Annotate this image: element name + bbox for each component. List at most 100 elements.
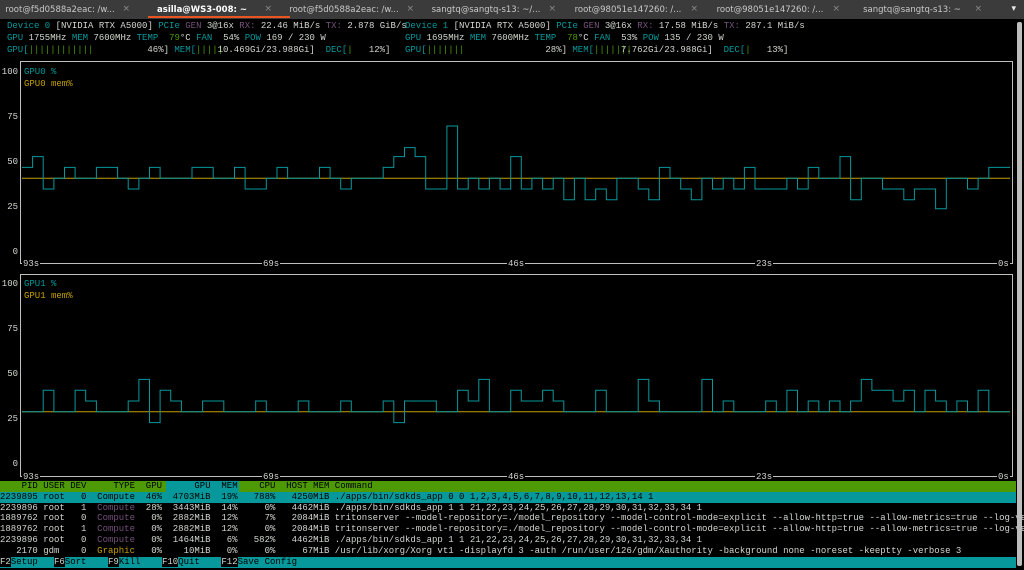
process-type: Compute xyxy=(97,534,135,545)
x-tick-label: 93s xyxy=(22,259,41,269)
gpu-util-line xyxy=(22,125,1010,210)
x-tick-label: 23s xyxy=(755,259,774,269)
column-header-host-mem[interactable]: HOST MEM xyxy=(275,481,329,492)
process-command: /usr/lib/xorg/Xorg vt1 -displayfd 3 -aut… xyxy=(334,545,962,556)
process-gpu-mem: 1464MiB xyxy=(172,534,211,545)
process-gpu: 0% xyxy=(151,513,162,524)
function-key-f9[interactable]: F9 xyxy=(108,557,119,567)
process-cpu: 0% xyxy=(264,524,276,535)
process-dev: 0 xyxy=(80,545,87,556)
process-mem: 0% xyxy=(226,545,238,556)
process-dev: 1 xyxy=(80,524,87,535)
process-row[interactable]: 2239896 root 0 Compute 0% 1464MiB 6% 582% 4462Mi… xyxy=(0,535,1016,546)
process-dev: 1 xyxy=(80,502,87,513)
function-key-label[interactable]: Kill xyxy=(119,557,162,568)
process-pid: 2239896 xyxy=(0,502,38,513)
process-host-mem: 67MiB xyxy=(302,545,330,556)
process-table: PID USER DEV TYPE GPU GPU MEM CPU HOST MEM Comman… xyxy=(0,481,1024,557)
function-key-f12[interactable]: F12 xyxy=(221,557,238,567)
process-gpu-mem: 2882MiB xyxy=(172,513,211,524)
process-row[interactable]: 2239896 root 1 Compute 28% 3443MiB 14% 0% 4462Mi… xyxy=(0,503,1016,514)
process-user: gdm xyxy=(43,545,60,556)
y-tick-label: 0 xyxy=(12,247,18,257)
column-header-command[interactable]: Command xyxy=(335,481,373,492)
process-mem: 12% xyxy=(221,524,238,535)
process-cpu: 7% xyxy=(264,513,276,524)
scrollbar[interactable] xyxy=(1017,22,1022,566)
y-tick-label: 0 xyxy=(12,459,18,469)
process-host-mem: 4462MiB xyxy=(291,502,330,513)
y-tick-label: 50 xyxy=(7,157,18,167)
process-pid: 2170 xyxy=(16,545,38,556)
process-pid: 1889762 xyxy=(0,513,38,524)
function-key-f10[interactable]: F10 xyxy=(162,557,179,567)
column-header-gpu-mem[interactable]: GPU xyxy=(162,481,210,492)
column-header-cpu[interactable]: CPU xyxy=(238,481,275,492)
column-header-type[interactable]: TYPE xyxy=(92,481,135,492)
process-user: root xyxy=(43,491,65,502)
process-dev: 0 xyxy=(80,534,87,545)
legend-item: GPU1 % xyxy=(24,279,57,289)
process-gpu-mem: 3443MiB xyxy=(172,502,211,513)
column-header-dev[interactable]: DEV xyxy=(65,481,86,492)
process-row[interactable]: 1889762 root 0 Compute 0% 2882MiB 12% 7% 2084MiB… xyxy=(0,513,1024,524)
function-key-label[interactable]: Quit xyxy=(178,557,221,568)
process-gpu: 0% xyxy=(151,534,162,545)
process-type: Compute xyxy=(97,502,135,513)
process-pid: 2239896 xyxy=(0,534,38,545)
y-tick-label: 75 xyxy=(7,324,18,334)
process-row[interactable]: 2239895 root 0 Compute 46% 4703MiB 19% 788% 4250… xyxy=(0,491,1016,503)
process-gpu-mem: 2882MiB xyxy=(172,524,211,535)
process-mem: 19% xyxy=(221,491,238,502)
chart-frame xyxy=(20,274,1013,477)
process-command: tritonserver --model-repository=./model_… xyxy=(334,524,1024,535)
process-cpu: 0% xyxy=(264,502,276,513)
process-cpu: 0% xyxy=(264,545,276,556)
process-host-mem: 4250MiB xyxy=(291,491,330,502)
chart-frame xyxy=(20,61,1013,264)
process-gpu: 28% xyxy=(145,502,162,513)
process-row[interactable]: 1889762 root 1 Compute 0% 2882MiB 12% 0% 2084MiB… xyxy=(0,524,1024,535)
function-key-f2[interactable]: F2 xyxy=(0,557,11,567)
process-row[interactable]: 2170 gdm 0 Graphic 0% 10MiB 0% 0% 67MiB/usr/lib/… xyxy=(0,546,1016,557)
process-pid: 1889762 xyxy=(0,524,38,535)
column-header-user[interactable]: USER xyxy=(43,481,65,492)
function-key-label[interactable]: Sort xyxy=(65,557,108,568)
x-tick-label: 46s xyxy=(507,259,526,269)
process-gpu: 0% xyxy=(151,524,162,535)
process-dev: 0 xyxy=(80,513,87,524)
function-key-f6[interactable]: F6 xyxy=(54,557,65,567)
legend-item: GPU1 mem% xyxy=(24,291,73,301)
process-gpu-mem: 4703MiB xyxy=(172,491,211,502)
function-key-label[interactable]: Setup xyxy=(11,557,54,568)
gpu-util-line xyxy=(22,378,1010,424)
legend-item: GPU0 mem% xyxy=(24,79,73,89)
legend-item: GPU0 % xyxy=(24,67,57,77)
table-header: PID USER DEV TYPE GPU GPU MEM CPU HOST MEM Comman… xyxy=(0,481,1016,492)
process-user: root xyxy=(43,524,65,535)
function-key-label[interactable]: Save Config xyxy=(238,557,297,568)
process-host-mem: 4462MiB xyxy=(291,534,330,545)
process-dev: 0 xyxy=(80,491,87,502)
column-header-pid[interactable]: PID xyxy=(0,481,38,492)
y-tick-label: 25 xyxy=(7,414,18,424)
process-command: ./apps/bin/sdkds_app 1 1 21,22,23,24,25,… xyxy=(334,534,703,545)
y-tick-label: 50 xyxy=(7,369,18,379)
process-host-mem: 2084MiB xyxy=(291,513,330,524)
process-gpu: 0% xyxy=(151,545,162,556)
process-mem: 14% xyxy=(221,502,238,513)
process-type: Graphic xyxy=(97,545,135,556)
column-header-mem[interactable]: MEM xyxy=(211,481,237,492)
process-gpu-mem: 10MiB xyxy=(183,545,211,556)
x-tick-label: 69s xyxy=(262,259,281,269)
process-user: root xyxy=(43,513,65,524)
column-header-gpu[interactable]: GPU xyxy=(135,481,162,492)
process-type: Compute xyxy=(97,524,135,535)
process-pid: 2239895 xyxy=(0,491,38,502)
process-cpu: 788% xyxy=(253,491,276,502)
y-tick-label: 75 xyxy=(7,112,18,122)
y-tick-label: 25 xyxy=(7,202,18,212)
y-tick-label: 100 xyxy=(1,279,18,289)
process-mem: 12% xyxy=(221,513,238,524)
process-mem: 6% xyxy=(226,534,238,545)
